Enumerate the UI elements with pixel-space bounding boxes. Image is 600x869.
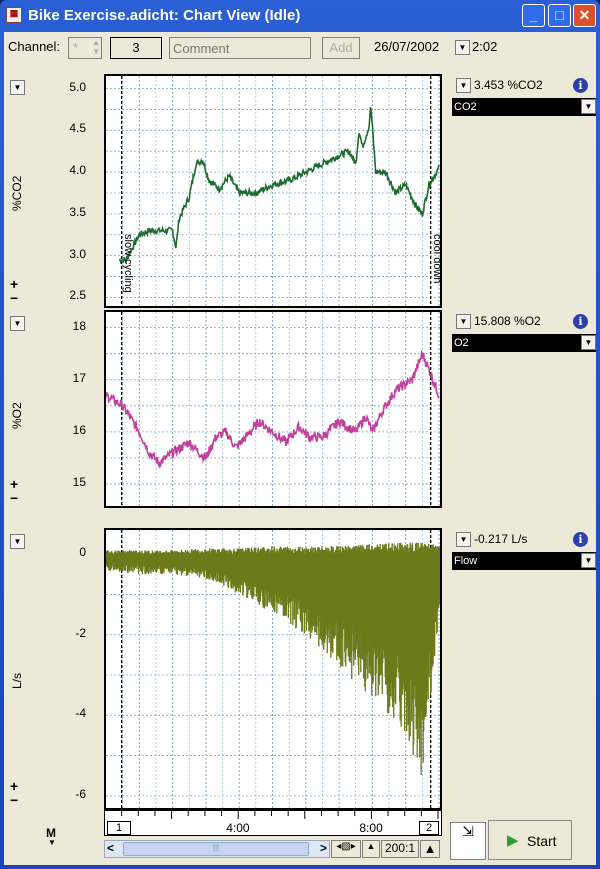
comment-input[interactable]	[169, 37, 311, 59]
scroll-right-icon[interactable]: >	[320, 841, 327, 855]
title-bar[interactable]: ▦ Bike Exercise.adicht: Chart View (Idle…	[0, 0, 600, 32]
app-icon: ▦	[6, 7, 22, 23]
channel-readout: -0.217 L/s	[474, 532, 528, 546]
add-comment-button[interactable]: Add	[322, 37, 360, 59]
channel-1-info-panel: ▼ 15.808 %O2 i O2 ▼	[446, 310, 596, 508]
channel-readout: 3.453 %CO2	[474, 78, 543, 92]
comment-number: 3	[110, 37, 162, 59]
start-button[interactable]: ▶ Start	[488, 820, 572, 860]
y-tick-label: 17	[72, 370, 86, 385]
channel-1-axis-panel: ▼ %O2 18 17 16 15 + −	[4, 310, 100, 508]
scale-down-icon[interactable]: −	[10, 291, 18, 305]
y-tick-label: -6	[75, 786, 86, 801]
expand-icon[interactable]: ▲	[420, 840, 440, 858]
channel-name: O2	[454, 337, 469, 349]
channel-2-plot[interactable]	[104, 528, 442, 810]
time-tick-label: 4:00	[226, 821, 250, 835]
channel-readout: 15.808 %O2	[474, 314, 541, 328]
time-tick-label: 8:00	[359, 821, 383, 835]
start-label: Start	[527, 833, 557, 849]
channel-0-plot[interactable]	[104, 74, 442, 308]
chevron-down-icon[interactable]: ▼	[581, 335, 596, 350]
time-dropdown-icon[interactable]: ▼	[455, 40, 470, 55]
channel-menu-icon[interactable]: ▼	[10, 80, 25, 95]
time-label: 2:02	[472, 39, 498, 54]
y-tick-label: 15	[72, 474, 86, 489]
y-tick-label: -2	[75, 625, 86, 640]
channel-name: Flow	[454, 555, 478, 567]
channel-label: Channel:	[8, 39, 61, 54]
compress-icon[interactable]: ▲	[362, 840, 380, 858]
right-marker[interactable]: 2	[419, 821, 439, 835]
channel-menu-icon[interactable]: ▼	[10, 316, 25, 331]
y-tick-label: 16	[72, 422, 86, 437]
scale-up-icon[interactable]: +	[10, 779, 18, 793]
window-title: Bike Exercise.adicht: Chart View (Idle)	[28, 7, 301, 24]
info-icon[interactable]: i	[573, 314, 588, 329]
comment-toolbar: Channel: * ▲▼ 3 Add 26/07/2002 ▼ 2:02	[4, 32, 596, 64]
chart-view-window: ▦ Bike Exercise.adicht: Chart View (Idle…	[0, 0, 600, 869]
chevron-down-icon[interactable]: ▼	[581, 99, 596, 114]
y-tick-label: 18	[72, 318, 86, 333]
channel-select[interactable]: O2 ▼	[452, 334, 596, 352]
record-mode-icon[interactable]: ⇲	[450, 822, 486, 860]
scroll-left-icon[interactable]: <	[107, 841, 114, 855]
play-icon: ▶	[507, 832, 519, 849]
comment-label: cool down	[430, 234, 443, 284]
channel-name: CO2	[454, 101, 477, 113]
channel-select[interactable]: CO2 ▼	[452, 98, 596, 116]
channel-select[interactable]: Flow ▼	[452, 552, 596, 570]
channel-unit-label: %CO2	[10, 175, 24, 211]
channel-unit-label: %O2	[10, 402, 24, 429]
y-tick-label: 0	[79, 545, 86, 560]
scale-down-icon[interactable]: −	[10, 793, 18, 807]
zoom-ratio[interactable]: 200:1	[381, 840, 419, 858]
channel-2-info-panel: ▼ -0.217 L/s i Flow ▼	[446, 528, 596, 810]
channel-unit-label: L/s	[10, 672, 24, 689]
channel-2-axis-panel: ▼ L/s 0 -2 -4 -6 + −	[4, 528, 100, 810]
y-tick-label: 5.0	[69, 79, 86, 94]
y-tick-label: 4.0	[69, 163, 86, 178]
date-label: 26/07/2002	[374, 39, 440, 54]
bottom-bar: 1 4:00 8:00 2 M ▼ < ||| > ◂▧▸ ▲ 200:1 ▲ …	[4, 810, 596, 865]
time-axis: 1 4:00 8:00 2	[104, 810, 442, 836]
comment-label: slow cycling	[121, 234, 134, 293]
y-tick-label: 3.0	[69, 246, 86, 261]
y-tick-label: 4.5	[69, 121, 86, 136]
client-area: Channel: *▲▼ 3 Add 26/07/2002 ▼ 2:02 ▼ %…	[4, 32, 596, 865]
readout-menu-icon[interactable]: ▼	[456, 532, 471, 547]
channel-0-info-panel: ▼ 3.453 %CO2 i CO2 ▼	[446, 74, 596, 308]
spinner-arrows-icon[interactable]: ▲ ▼	[92, 38, 100, 56]
channel-menu-icon[interactable]: ▼	[10, 534, 25, 549]
channel-0-axis-panel: ▼ %CO2 5.0 4.5 4.0 3.5 3.0 2.5 + −	[4, 74, 100, 308]
info-icon[interactable]: i	[573, 78, 588, 93]
scale-up-icon[interactable]: +	[10, 277, 18, 291]
scale-down-icon[interactable]: −	[10, 491, 18, 505]
scroll-thumb[interactable]: |||	[123, 842, 309, 856]
autoscale-time-icon[interactable]: ◂▧▸	[331, 840, 361, 858]
minimize-button[interactable]: _	[522, 4, 545, 27]
channel-value: *	[73, 40, 79, 55]
y-tick-label: 2.5	[69, 288, 86, 303]
readout-menu-icon[interactable]: ▼	[456, 78, 471, 93]
close-button[interactable]: ✕	[573, 4, 596, 27]
channel-spinner[interactable]: * ▲ ▼	[68, 37, 102, 59]
marker-arrow-icon: ▼	[48, 838, 56, 847]
maximize-button[interactable]: □	[548, 4, 571, 27]
left-marker[interactable]: 1	[107, 821, 131, 835]
horizontal-scrollbar[interactable]: < ||| >	[104, 840, 330, 858]
info-icon[interactable]: i	[573, 532, 588, 547]
chevron-down-icon[interactable]: ▼	[581, 553, 596, 568]
y-tick-label: -4	[75, 706, 86, 721]
readout-menu-icon[interactable]: ▼	[456, 314, 471, 329]
channel-1-plot[interactable]	[104, 310, 442, 508]
y-tick-label: 3.5	[69, 204, 86, 219]
scale-up-icon[interactable]: +	[10, 477, 18, 491]
